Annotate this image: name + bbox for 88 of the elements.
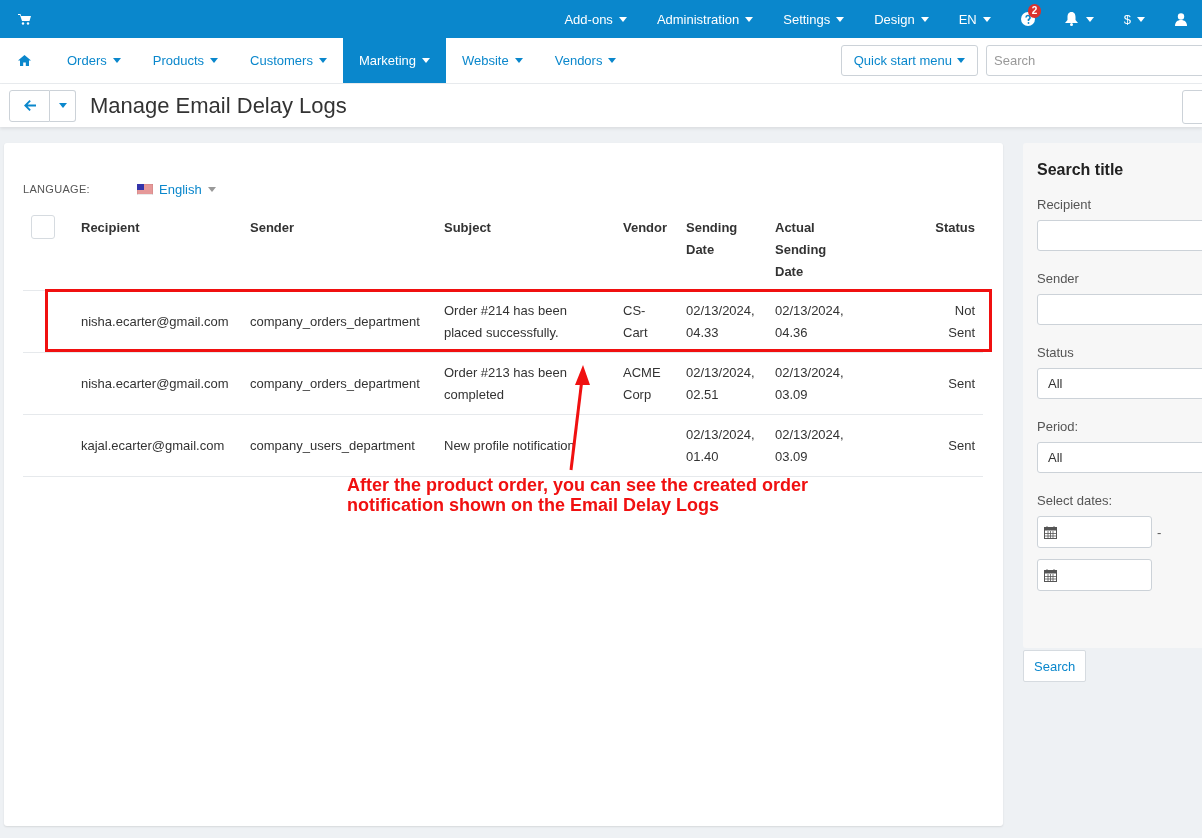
page-title: Manage Email Delay Logs	[90, 92, 347, 119]
home-icon[interactable]	[18, 55, 31, 66]
annotation-text: After the product order, you can see the created order notification shown on the Email Delay Logs	[347, 475, 809, 515]
table-cell-text: New profile notification	[444, 436, 575, 455]
cart-icon[interactable]	[18, 13, 31, 25]
dropdown-button[interactable]	[50, 89, 76, 122]
date-separator: -	[1157, 524, 1162, 540]
table-cell-text: 02/13/2024, 01.40	[686, 425, 756, 466]
column-header: Sender	[250, 220, 295, 235]
date-field[interactable]	[1037, 559, 1152, 591]
notification-badge: 2	[1027, 4, 1042, 18]
field-label: Recipient	[1037, 197, 1093, 212]
menu-item[interactable]: Add-ons	[549, 0, 642, 38]
select-all-checkbox[interactable]	[31, 215, 55, 239]
nav-tab[interactable]: Products	[136, 38, 235, 83]
caret-icon	[207, 186, 216, 192]
back-arrow-icon	[23, 100, 36, 111]
table-cell-text: 02/13/2024, 03.09	[775, 363, 845, 404]
caret-icon	[836, 16, 845, 22]
column-header: Status	[935, 220, 975, 235]
table-cell-text: 02/13/2024, 04.33	[686, 301, 756, 342]
caret-icon	[745, 16, 754, 22]
table-cell-text: Sent	[948, 436, 975, 455]
caret-icon	[618, 16, 627, 22]
back-button[interactable]	[9, 89, 50, 122]
menu-item[interactable]: Administration	[641, 0, 769, 38]
calendar-icon	[1044, 525, 1057, 539]
caret-icon	[210, 58, 219, 63]
table-cell-text: 02/13/2024, 04.36	[775, 301, 845, 342]
calendar-icon	[1044, 568, 1057, 582]
nav-tab[interactable]: Customers	[234, 38, 343, 83]
language-selector[interactable]: English	[137, 181, 216, 197]
currency-menu[interactable]: $	[1108, 0, 1160, 38]
table-cell-text: ACME Corp	[623, 363, 662, 404]
select-field[interactable]: All	[1037, 442, 1202, 473]
table-cell-text: Order #213 has been completed	[444, 363, 568, 404]
quick-start-button[interactable]: Quick start menu	[840, 45, 978, 76]
caret-icon	[1085, 16, 1094, 22]
column-header: Recipient	[81, 220, 140, 235]
caret-icon	[318, 58, 327, 63]
nav-tab[interactable]: Vendors	[538, 38, 633, 83]
column-header: Sending Date	[686, 220, 738, 257]
field-label: Select dates:	[1037, 493, 1114, 508]
field-label: Status	[1037, 345, 1075, 360]
table-cell-text: nisha.ecarter@gmail.com	[81, 374, 229, 393]
menu-item[interactable]: Design	[859, 0, 944, 38]
caret-icon	[1137, 16, 1145, 22]
table-cell-text: kajal.ecarter@gmail.com	[81, 436, 225, 455]
caret-icon	[112, 58, 121, 63]
language-label: LANGUAGE:	[23, 183, 91, 195]
caret-icon	[608, 58, 617, 63]
table-cell-text: Order #214 has been placed successfully.	[444, 301, 568, 342]
help-menu[interactable]: 2	[1005, 0, 1050, 38]
table-cell-text: nisha.ecarter@gmail.com	[81, 312, 229, 331]
table-cell-text: company_users_department	[250, 436, 415, 455]
flag-icon	[137, 183, 153, 195]
nav-tab[interactable]: Orders	[51, 38, 137, 83]
caret-icon	[514, 58, 523, 63]
nav-tab[interactable]: Marketing	[342, 38, 446, 83]
caret-icon	[58, 103, 67, 108]
table-cell-text: company_orders_department	[250, 312, 420, 331]
table-cell-text: Sent	[948, 374, 975, 393]
caret-icon	[957, 58, 965, 63]
table-cell-text: 02/13/2024, 03.09	[775, 425, 845, 466]
caret-icon	[982, 16, 991, 22]
bell-icon	[1064, 12, 1078, 26]
select-field[interactable]: All	[1037, 368, 1202, 399]
menu-item[interactable]: Settings	[768, 0, 860, 38]
field-label: Sender	[1037, 271, 1080, 286]
search-button[interactable]: Search	[1023, 650, 1087, 682]
table-cell-text: 02/13/2024, 02.51	[686, 363, 756, 404]
column-header: Actual Sending Date	[775, 220, 827, 279]
menu-item[interactable]: EN	[943, 0, 1006, 38]
table-cell-text: Not Sent	[947, 301, 975, 342]
field-label: Period:	[1037, 419, 1080, 434]
table-cell-text: CS-Cart	[623, 301, 649, 342]
search-field[interactable]: Search	[986, 45, 1202, 76]
table-cell-text: company_orders_department	[250, 374, 420, 393]
user-icon	[1175, 12, 1187, 26]
caret-icon	[920, 16, 929, 22]
column-header: Subject	[444, 220, 491, 235]
nav-tab[interactable]: Website	[446, 38, 539, 83]
date-field[interactable]	[1037, 516, 1152, 548]
panel-title: Search title	[1037, 161, 1125, 179]
input-field[interactable]	[1037, 220, 1202, 251]
column-header: Vendor	[623, 220, 668, 235]
caret-icon	[422, 58, 430, 63]
input-field[interactable]	[1037, 294, 1202, 325]
